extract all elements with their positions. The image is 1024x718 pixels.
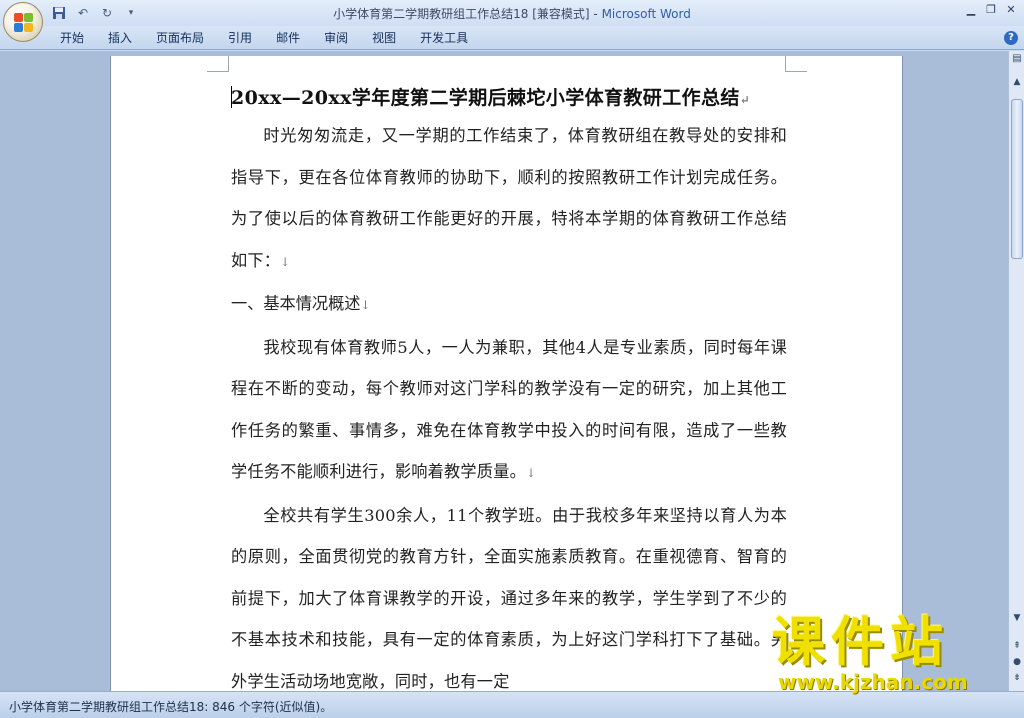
- section-heading: 一、基本情况概述↓: [231, 294, 371, 313]
- restore-icon[interactable]: ❐: [982, 2, 1000, 18]
- paragraph: 全校共有学生300余人，11个教学班。由于我校多年来坚持以育人为本的原则，全面贯…: [231, 505, 787, 691]
- tab-mailings[interactable]: 邮件: [264, 26, 312, 50]
- tab-page-layout[interactable]: 页面布局: [144, 26, 216, 50]
- select-browse-object-icon[interactable]: ●: [1011, 655, 1023, 669]
- scroll-up-icon[interactable]: ▲: [1011, 75, 1023, 89]
- vertical-scrollbar[interactable]: ▤ ▲ ▼ ⇞ ● ⇟: [1008, 51, 1024, 691]
- paragraph: 时光匆匆流走，又一学期的工作结束了，体育教研组在教导处的安排和指导下，更在各位体…: [231, 126, 787, 270]
- document-title: 20xx—20xx学年度第二学期后棘坨小学体育教研工作总结↵: [231, 86, 751, 109]
- status-text: 小学体育第二学期教研组工作总结18: 846 个字符(近似值)。: [9, 700, 333, 714]
- crop-mark: [207, 56, 229, 72]
- watermark: 课件站 www.kjzhan.com: [772, 612, 1008, 694]
- tab-insert[interactable]: 插入: [96, 26, 144, 50]
- document-content[interactable]: 20xx—20xx学年度第二学期后棘坨小学体育教研工作总结↵ 时光匆匆流走，又一…: [231, 83, 787, 691]
- tab-home[interactable]: 开始: [48, 26, 96, 50]
- document-name: 小学体育第二学期教研组工作总结18 [兼容模式] -: [333, 7, 602, 21]
- app-name: Microsoft Word: [601, 7, 691, 21]
- office-button[interactable]: [3, 2, 43, 42]
- previous-page-icon[interactable]: ⇞: [1011, 639, 1023, 653]
- tab-view[interactable]: 视图: [360, 26, 408, 50]
- status-bar: 小学体育第二学期教研组工作总结18: 846 个字符(近似值)。: [0, 691, 1024, 718]
- document-page[interactable]: 20xx—20xx学年度第二学期后棘坨小学体育教研工作总结↵ 时光匆匆流走，又一…: [110, 56, 903, 691]
- window-controls: ▁ ❐ ✕: [962, 2, 1020, 18]
- ruler-toggle-icon[interactable]: ▤: [1010, 53, 1024, 67]
- title-bar: ↶ ↻ ▾ 小学体育第二学期教研组工作总结18 [兼容模式] - Microso…: [0, 0, 1024, 26]
- tab-references[interactable]: 引用: [216, 26, 264, 50]
- paragraph: 我校现有体育教师5人，一人为兼职，其他4人是专业素质，同时每年课程在不断的变动，…: [231, 337, 787, 482]
- next-page-icon[interactable]: ⇟: [1011, 671, 1023, 685]
- window-title: 小学体育第二学期教研组工作总结18 [兼容模式] - Microsoft Wor…: [0, 5, 1024, 22]
- help-icon[interactable]: ?: [1004, 31, 1018, 45]
- watermark-logo: 课件站: [772, 612, 949, 673]
- close-icon[interactable]: ✕: [1002, 2, 1020, 18]
- office-logo-icon: [14, 13, 34, 33]
- scrollbar-thumb[interactable]: [1011, 99, 1023, 259]
- scroll-down-icon[interactable]: ▼: [1011, 611, 1023, 625]
- ribbon-tab-bar: 开始 插入 页面布局 引用 邮件 审阅 视图 开发工具 ?: [0, 26, 1024, 50]
- tab-developer[interactable]: 开发工具: [408, 26, 480, 50]
- minimize-icon[interactable]: ▁: [962, 2, 980, 18]
- watermark-url: www.kjzhan.com: [778, 670, 968, 694]
- tab-review[interactable]: 审阅: [312, 26, 360, 50]
- document-area: 20xx—20xx学年度第二学期后棘坨小学体育教研工作总结↵ 时光匆匆流走，又一…: [0, 51, 1008, 691]
- crop-mark: [785, 56, 807, 72]
